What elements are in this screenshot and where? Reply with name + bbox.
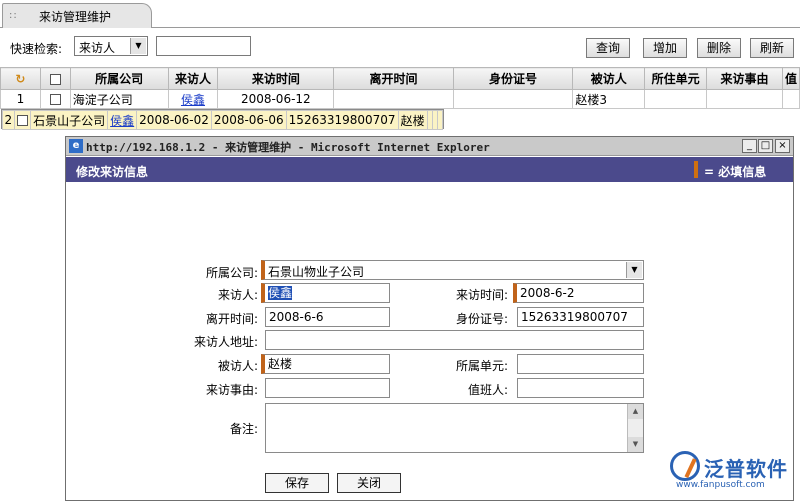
cell-company: 石景山子公司 [30, 110, 109, 130]
col-visitee[interactable]: 被访人 [572, 67, 646, 90]
cell-id-no [452, 89, 574, 109]
tab-bar: :: 来访管理维护 [0, 0, 800, 28]
cell-duty [781, 89, 800, 109]
dialog-heading: 修改来访信息 [76, 165, 149, 179]
visitee-label: 被访人: [217, 359, 258, 373]
unit-field[interactable] [517, 354, 644, 374]
col-visit-time[interactable]: 来访时间 [217, 67, 335, 90]
brand-watermark: 泛普软件 www.fanpusoft.com [664, 449, 796, 495]
edit-dialog-window: e http://192.168.1.2 - 来访管理维护 - Microsof… [65, 136, 794, 501]
leave-time-field[interactable]: 2008-6-6 [265, 307, 390, 327]
cell-leave-time [333, 89, 454, 109]
window-titlebar[interactable]: e http://192.168.1.2 - 来访管理维护 - Microsof… [66, 137, 793, 156]
reason-field[interactable] [265, 378, 390, 398]
close-button[interactable]: 关闭 [337, 473, 401, 493]
cell-visitee: 赵楼3 [572, 89, 646, 109]
query-button[interactable]: 查询 [586, 38, 630, 58]
select-all-checkbox[interactable] [39, 67, 71, 90]
visitor-value: 侯鑫 [268, 286, 293, 300]
save-button[interactable]: 保存 [265, 473, 329, 493]
cell-visitor[interactable]: 侯鑫 [107, 110, 138, 130]
scroll-down-icon[interactable]: ▼ [628, 437, 643, 452]
col-leave-time[interactable]: 离开时间 [333, 67, 454, 90]
close-icon[interactable]: × [775, 139, 790, 153]
cell-visitor[interactable]: 侯鑫 [167, 89, 219, 109]
row-number: 2 [1, 110, 16, 130]
search-input[interactable] [156, 36, 251, 56]
remark-textarea[interactable]: ▲ ▼ [265, 403, 644, 453]
refresh-button[interactable]: 刷新 [750, 38, 794, 58]
ie-logo-icon: e [69, 139, 83, 153]
company-value: 石景山物业子公司 [268, 265, 365, 279]
brand-url: www.fanpusoft.com [676, 480, 765, 490]
visit-time-label: 来访时间: [455, 288, 508, 302]
row-checkbox[interactable] [14, 110, 32, 130]
id-no-label: 身份证号: [455, 312, 508, 326]
remark-label: 备注: [229, 422, 258, 436]
required-marker-icon [694, 161, 698, 178]
row-number: 1 [0, 89, 41, 109]
dialog-header: 修改来访信息 = 必填信息 [66, 157, 793, 182]
cell-reason [706, 89, 783, 109]
col-reason[interactable]: 来访事由 [706, 67, 783, 90]
visitor-field[interactable]: 侯鑫 [261, 283, 390, 303]
tab-visitor-management[interactable]: :: 来访管理维护 [2, 3, 152, 28]
address-label: 来访人地址: [193, 335, 258, 349]
brand-logo-icon [670, 451, 700, 481]
cell-visit-time: 2008-06-02 [136, 110, 212, 130]
scroll-up-icon[interactable]: ▲ [628, 404, 643, 419]
company-label: 所属公司: [205, 266, 258, 280]
cell-unit [644, 89, 708, 109]
cell-visitee: 赵楼 [397, 110, 428, 130]
reason-label: 来访事由: [205, 383, 258, 397]
cell-duty [436, 110, 443, 130]
refresh-grid-icon[interactable]: ↻ [0, 67, 41, 90]
search-field-select[interactable]: 来访人 ▼ [74, 36, 148, 56]
visitor-link[interactable]: 侯鑫 [110, 114, 134, 128]
col-id-no[interactable]: 身份证号 [452, 67, 574, 90]
col-unit[interactable]: 所住单元 [644, 67, 708, 90]
search-label: 快速检索: [10, 42, 63, 56]
maximize-icon[interactable]: □ [758, 139, 773, 153]
visitor-label: 来访人: [217, 288, 258, 302]
col-visitor[interactable]: 来访人 [167, 67, 219, 90]
visitor-table: ↻ 所属公司 来访人 来访时间 离开时间 身份证号 被访人 所住单元 来访事由 … [0, 67, 800, 130]
add-button[interactable]: 增加 [643, 38, 687, 58]
cell-id-no: 15263319800707 [285, 110, 399, 130]
chevron-down-icon[interactable]: ▼ [130, 38, 146, 54]
visitee-field[interactable]: 赵楼 [261, 354, 390, 374]
col-duty[interactable]: 值 [781, 67, 800, 90]
tab-title: 来访管理维护 [39, 10, 112, 24]
row-checkbox[interactable] [39, 89, 71, 109]
leave-time-label: 离开时间: [205, 312, 258, 326]
table-row[interactable]: 1 海淀子公司 侯鑫 2008-06-12 赵楼3 [0, 89, 800, 109]
address-field[interactable] [265, 330, 644, 350]
search-field-value: 来访人 [79, 41, 116, 55]
scrollbar[interactable]: ▲ ▼ [627, 404, 643, 452]
company-select[interactable]: 石景山物业子公司 ▼ [261, 260, 644, 280]
brand-name: 泛普软件 [704, 457, 788, 481]
drag-handle-icon: :: [9, 10, 18, 21]
duty-label: 值班人: [467, 383, 508, 397]
id-no-field[interactable]: 15263319800707 [517, 307, 644, 327]
chevron-down-icon[interactable]: ▼ [626, 262, 642, 278]
delete-button[interactable]: 删除 [697, 38, 741, 58]
visit-time-field[interactable]: 2008-6-2 [513, 283, 644, 303]
cell-visit-time: 2008-06-12 [217, 89, 335, 109]
cell-leave-time: 2008-06-06 [210, 110, 287, 130]
duty-field[interactable] [517, 378, 644, 398]
minimize-icon[interactable]: _ [742, 139, 757, 153]
search-toolbar: 快速检索: 来访人 ▼ 查询 增加 删除 刷新 [0, 28, 800, 66]
table-row[interactable]: 2 石景山子公司 侯鑫 2008-06-02 2008-06-06 152633… [0, 109, 444, 130]
window-title: http://192.168.1.2 - 来访管理维护 - Microsoft … [86, 141, 490, 154]
cell-company: 海淀子公司 [69, 89, 169, 109]
unit-label: 所属单元: [455, 359, 508, 373]
visitor-link[interactable]: 侯鑫 [181, 93, 205, 107]
required-legend: = 必填信息 [704, 165, 767, 179]
col-company[interactable]: 所属公司 [69, 67, 169, 90]
